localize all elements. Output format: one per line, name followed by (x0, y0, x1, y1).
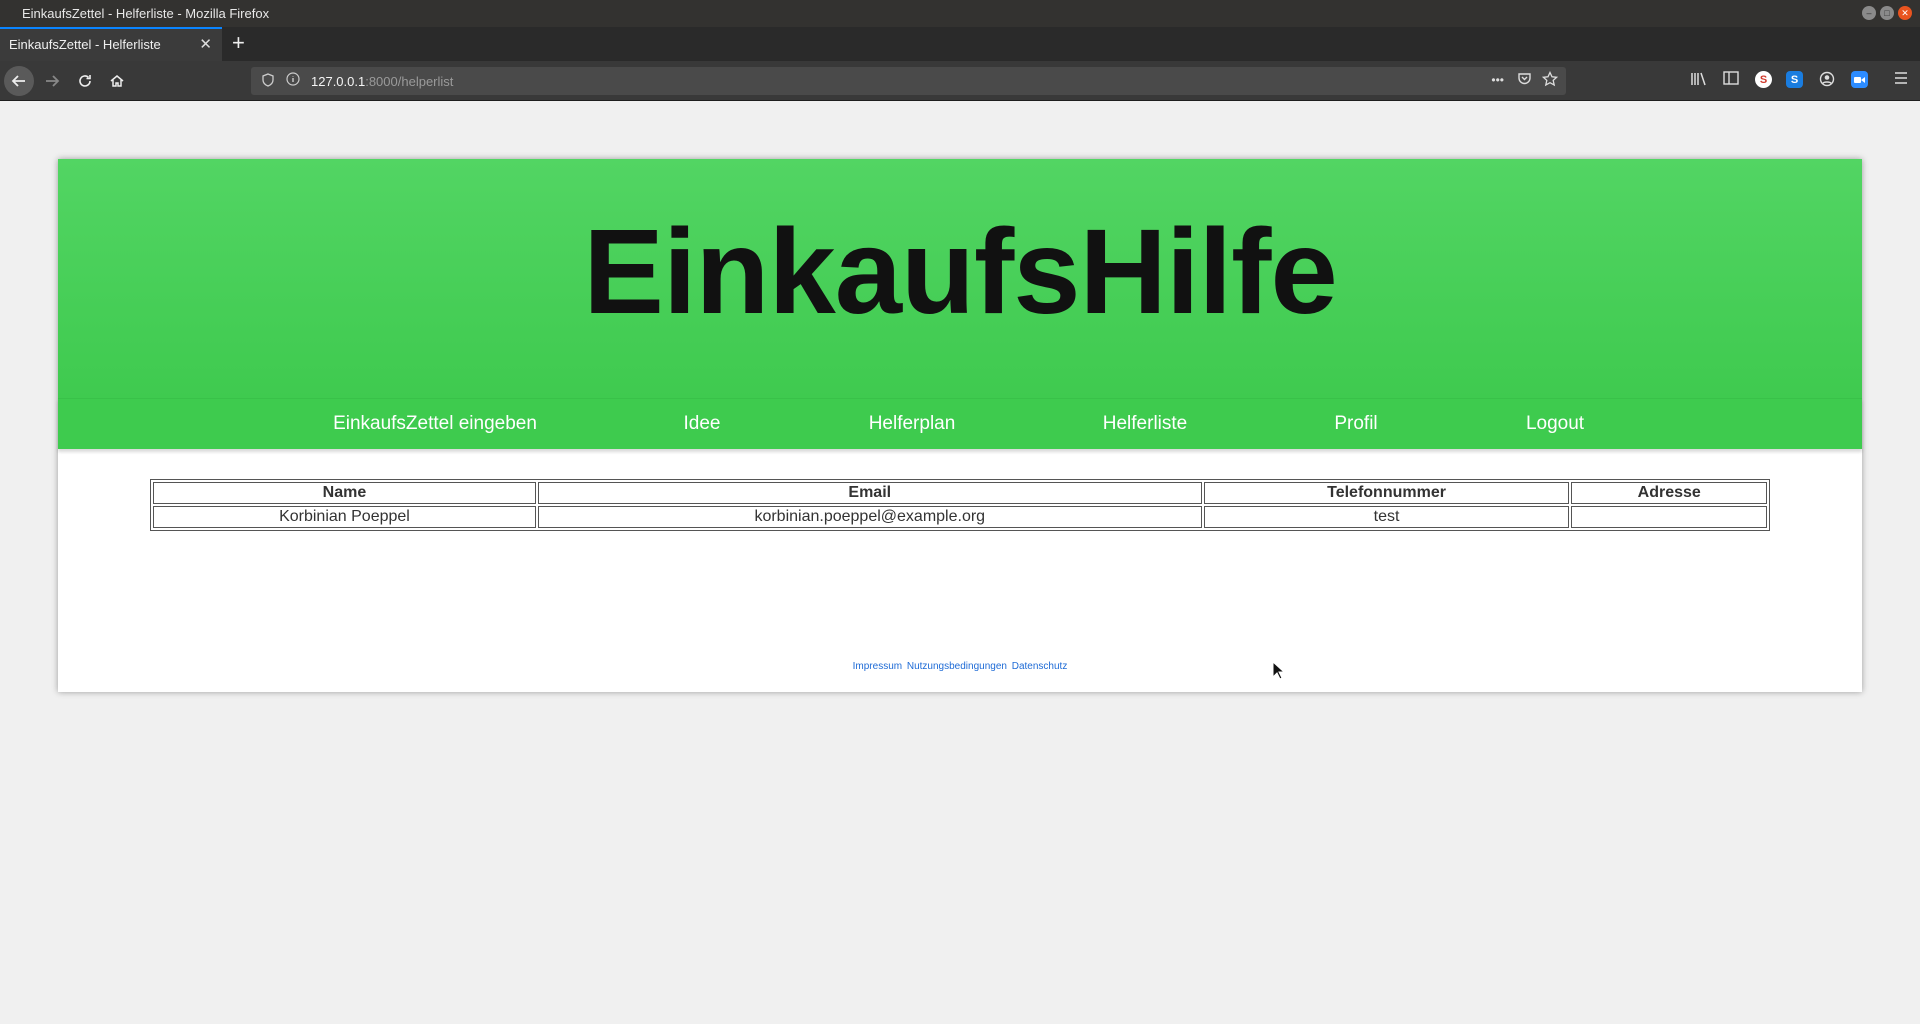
footer-links: Impressum Nutzungsbedingungen Datenschut… (58, 661, 1862, 672)
menu-item-helferplan[interactable]: Helferplan (869, 413, 956, 435)
url-text[interactable]: 127.0.0.1:8000/helperlist (311, 74, 453, 89)
page-card: EinkaufsHilfe EinkaufsZettel eingeben Id… (58, 159, 1862, 692)
table-row: Korbinian Poeppel korbinian.poeppel@exam… (153, 506, 1767, 528)
helper-table: Name Email Telefonnummer Adresse Korbini… (150, 479, 1770, 531)
tab-close-icon[interactable]: ✕ (199, 35, 212, 53)
footer-link-nutzungsbedingungen[interactable]: Nutzungsbedingungen (907, 661, 1007, 672)
navigation-toolbar: 127.0.0.1:8000/helperlist ••• S S (0, 61, 1920, 101)
site-title: EinkaufsHilfe (583, 203, 1338, 339)
site-header: EinkaufsHilfe (58, 159, 1862, 398)
cell-name: Korbinian Poeppel (153, 506, 536, 528)
hamburger-menu-icon[interactable] (1893, 71, 1909, 89)
url-path: :8000/helperlist (365, 74, 454, 89)
cell-adresse (1571, 506, 1767, 528)
column-header-name: Name (153, 482, 536, 504)
mouse-pointer-icon (1272, 660, 1286, 681)
cell-telefonnummer: test (1203, 506, 1570, 528)
footer-link-datenschutz[interactable]: Datenschutz (1012, 661, 1068, 672)
page-actions-icon[interactable]: ••• (1491, 73, 1504, 87)
tab-label: EinkaufsZettel - Helferliste (9, 37, 161, 52)
forward-arrow-icon[interactable] (37, 66, 67, 96)
column-header-adresse: Adresse (1571, 482, 1767, 504)
window-title: EinkaufsZettel - Helferliste - Mozilla F… (22, 6, 270, 21)
column-header-telefonnummer: Telefonnummer (1203, 482, 1570, 504)
back-arrow-icon[interactable] (4, 66, 34, 96)
url-bar[interactable]: 127.0.0.1:8000/helperlist ••• (251, 67, 1566, 95)
account-icon[interactable] (1819, 71, 1835, 91)
video-extension-icon[interactable] (1851, 71, 1868, 88)
url-host: 127.0.0.1 (311, 74, 366, 89)
s-blue-extension-icon[interactable]: S (1786, 71, 1803, 88)
maximize-icon[interactable]: □ (1880, 6, 1894, 20)
minimize-icon[interactable]: – (1862, 6, 1876, 20)
window-titlebar: EinkaufsZettel - Helferliste - Mozilla F… (0, 0, 1920, 27)
column-header-email: Email (537, 482, 1202, 504)
home-icon[interactable] (102, 66, 132, 96)
tracking-shield-icon[interactable] (262, 73, 274, 90)
pocket-icon[interactable] (1517, 71, 1532, 90)
new-tab-button[interactable]: + (232, 31, 245, 55)
main-menu: EinkaufsZettel eingeben Idee Helferplan … (58, 398, 1862, 449)
s-extension-icon[interactable]: S (1755, 71, 1772, 88)
menu-item-einkaufszettel-eingeben[interactable]: EinkaufsZettel eingeben (333, 413, 537, 435)
tab-bar: EinkaufsZettel - Helferliste ✕ + (0, 27, 1920, 61)
reload-icon[interactable] (70, 66, 100, 96)
menu-item-profil[interactable]: Profil (1334, 413, 1377, 435)
footer-link-impressum[interactable]: Impressum (853, 661, 902, 672)
menu-item-helferliste[interactable]: Helferliste (1103, 413, 1187, 435)
cell-email: korbinian.poeppel@example.org (537, 506, 1202, 528)
sidebar-icon[interactable] (1723, 71, 1739, 89)
close-window-icon[interactable]: ✕ (1898, 6, 1912, 20)
menu-item-logout[interactable]: Logout (1526, 413, 1584, 435)
table-header-row: Name Email Telefonnummer Adresse (153, 482, 1767, 504)
bookmark-star-icon[interactable] (1541, 70, 1559, 91)
window-controls: – □ ✕ (1862, 6, 1912, 20)
library-icon[interactable] (1690, 71, 1707, 91)
tab-helferliste[interactable]: EinkaufsZettel - Helferliste ✕ (0, 27, 222, 61)
menu-item-idee[interactable]: Idee (684, 413, 721, 435)
site-info-icon[interactable] (286, 72, 300, 89)
